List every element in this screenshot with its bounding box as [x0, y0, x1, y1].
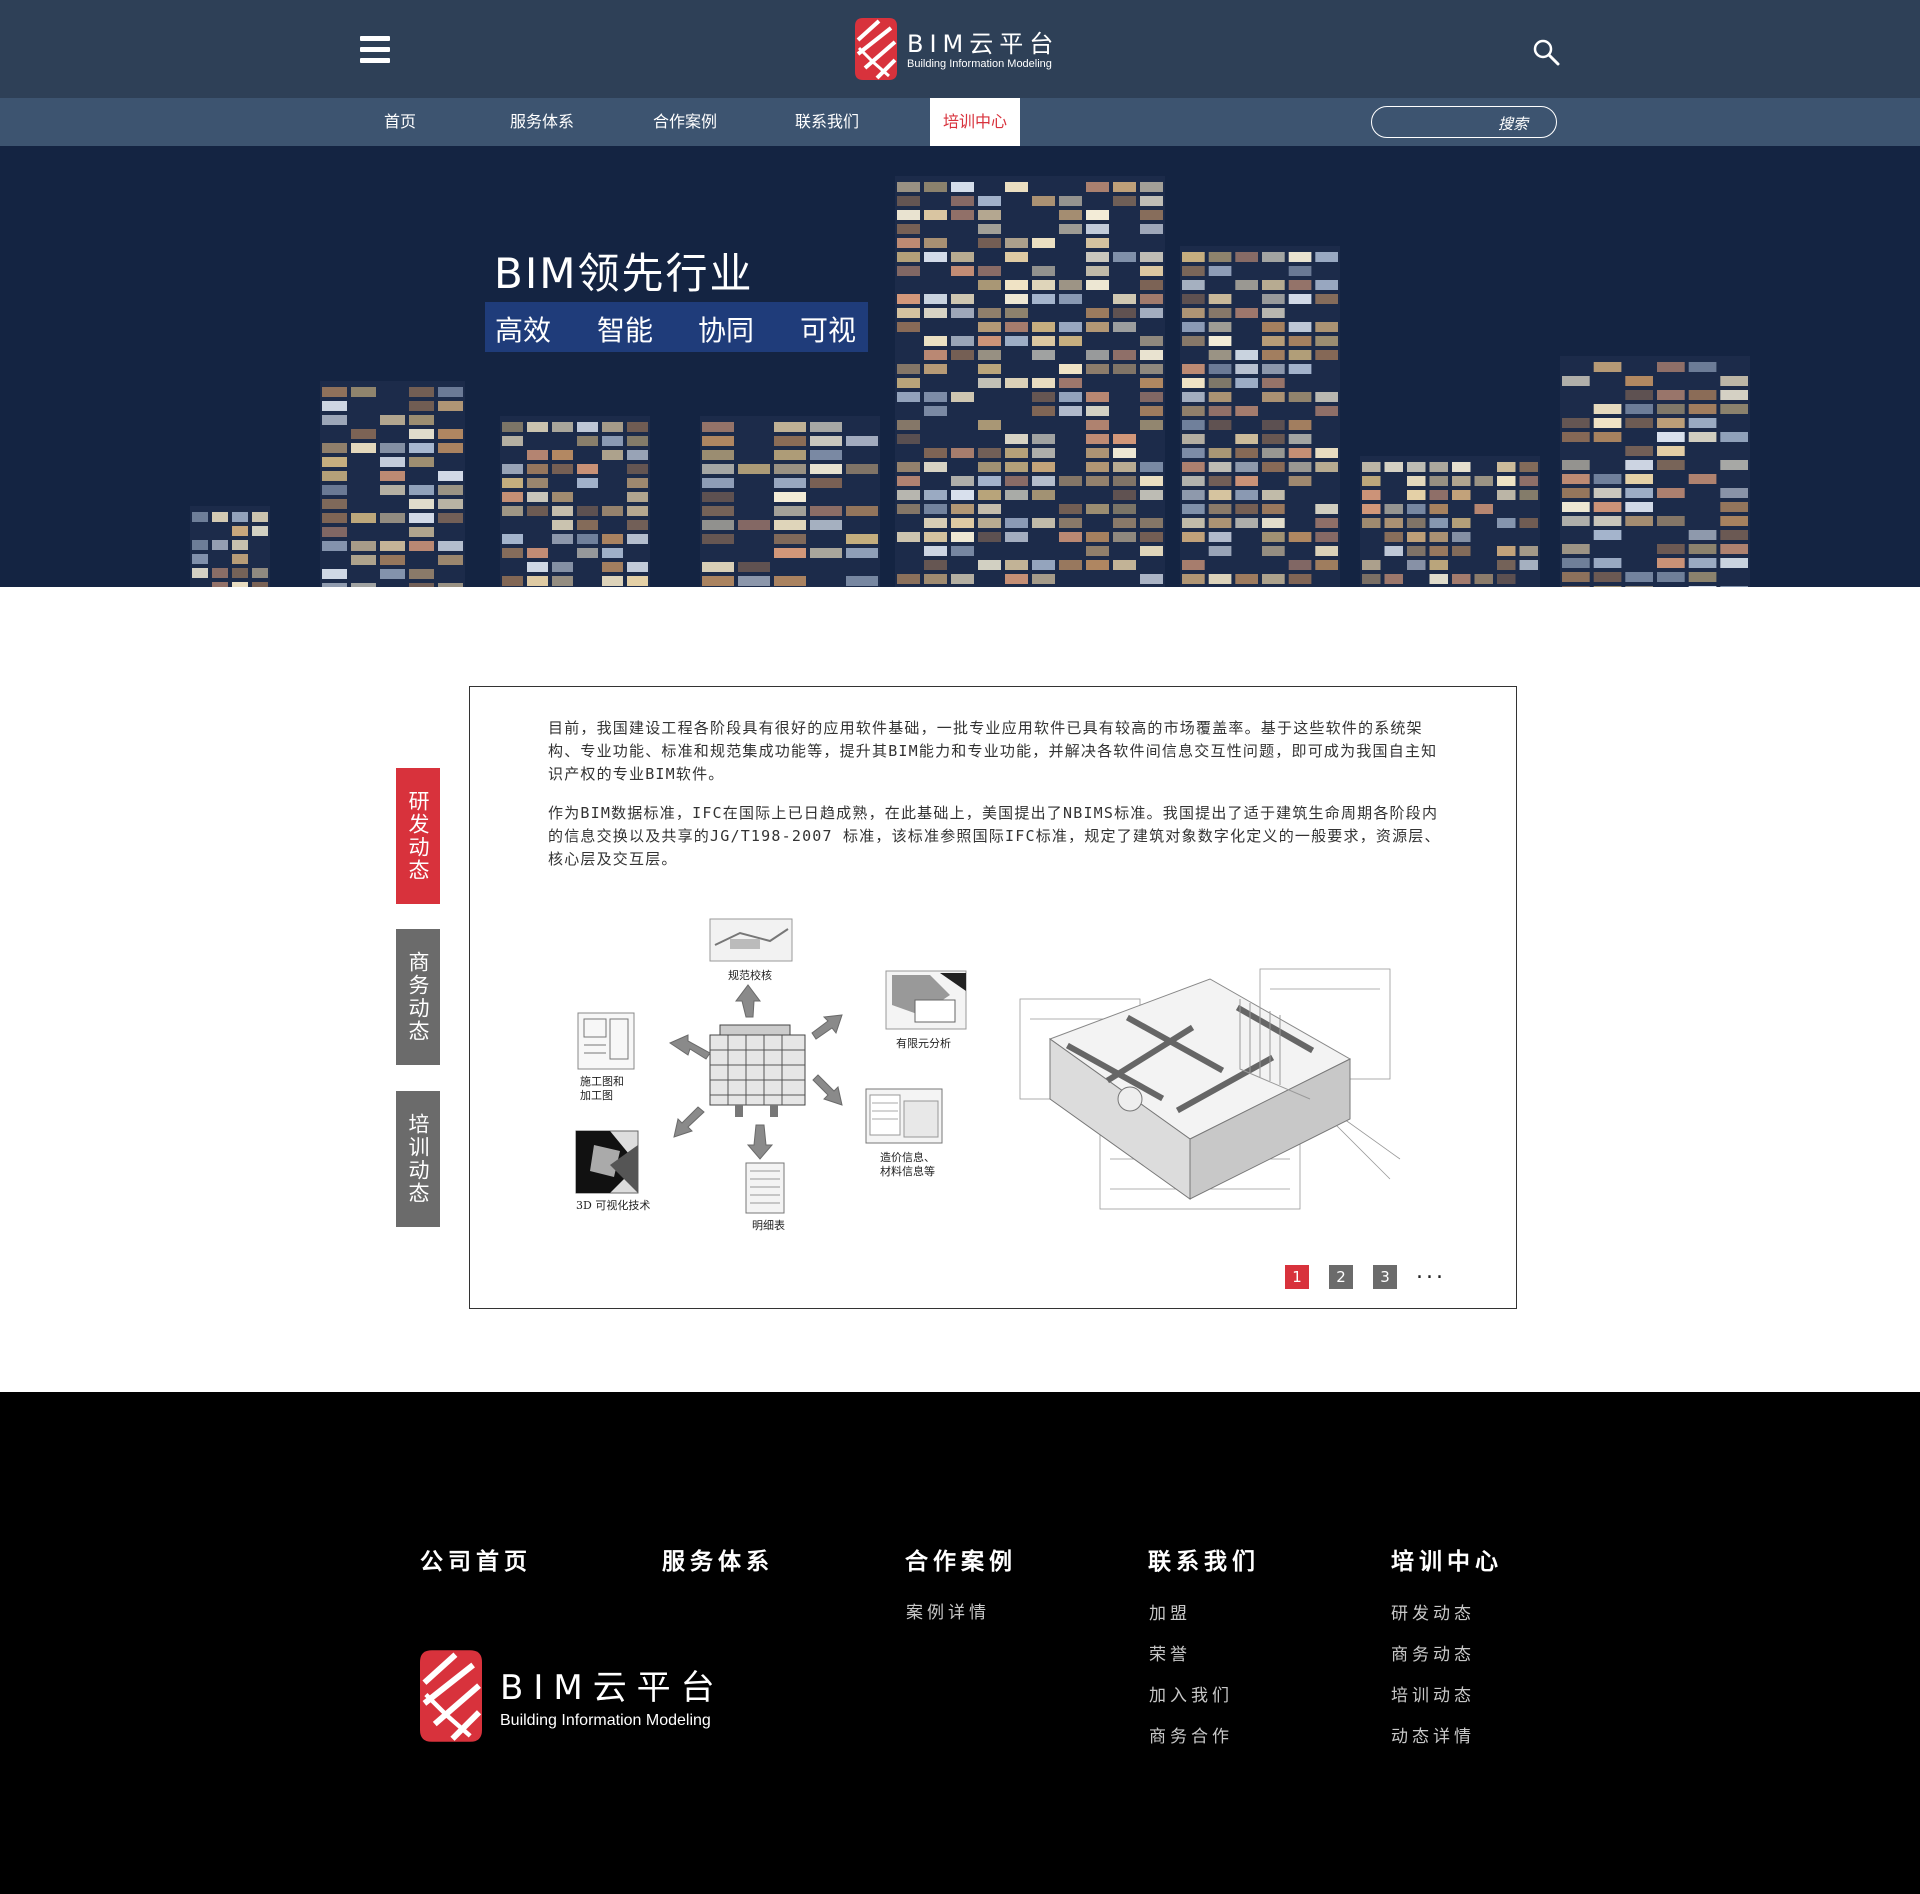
diagram-label-cost-1: 造价信息、	[880, 1151, 935, 1164]
logo-subtitle: Building Information Modeling	[907, 58, 1052, 70]
diagram-label-drawings-2: 加工图	[580, 1089, 613, 1102]
diagram-label-3d: 3D 可视化技术	[576, 1199, 651, 1212]
search-placeholder: 搜索	[1497, 115, 1528, 133]
footer-link-join-us[interactable]: 加入我们	[1149, 1681, 1233, 1706]
side-tab-rd-news[interactable]: 研发动态	[396, 768, 440, 904]
top-header: BIM云平台 Building Information Modeling	[0, 0, 1920, 98]
article-paragraph-1: 目前，我国建设工程各阶段具有很好的应用软件基础，一批专业应用软件已具有较高的市场…	[548, 719, 1438, 783]
diagram-label-schedule: 明细表	[752, 1219, 785, 1232]
building-frame-icon	[709, 1024, 806, 1117]
footer-logo[interactable]: BIM云平台 Building Information Modeling	[420, 1650, 740, 1742]
banner-tag: 智能	[597, 314, 654, 347]
article-paragraph-2: 作为BIM数据标准，IFC在国际上已日趋成熟，在此基础上，美国提出了NBIMS标…	[548, 804, 1441, 868]
code-check-thumbnail	[709, 918, 793, 962]
logo-title: BIM云平台	[907, 30, 1060, 58]
footer-heading-cases[interactable]: 合作案例	[905, 1542, 1017, 1576]
nav-item-training[interactable]: 培训中心	[930, 98, 1020, 146]
pagination-page-1[interactable]: 1	[1285, 1265, 1309, 1289]
header-logo[interactable]: BIM云平台 Building Information Modeling	[855, 18, 1065, 80]
cost-info-thumbnail	[865, 1088, 943, 1144]
diagram-label-fea: 有限元分析	[896, 1037, 951, 1050]
footer-heading-home[interactable]: 公司首页	[420, 1542, 532, 1576]
banner-tags: 高效 智能 协同 可视	[485, 302, 868, 352]
footer-link-join[interactable]: 加盟	[1149, 1599, 1191, 1624]
footer-heading-contact[interactable]: 联系我们	[1148, 1542, 1260, 1576]
article-panel: 目前，我国建设工程各阶段具有很好的应用软件基础，一批专业应用软件已具有较高的市场…	[469, 686, 1517, 1309]
diagram-label-drawings-1: 施工图和	[580, 1075, 624, 1088]
banner-title: BIM领先行业	[494, 249, 754, 298]
nav-item-cases[interactable]: 合作案例	[645, 98, 725, 146]
hamburger-menu-icon[interactable]	[360, 36, 390, 64]
banner-tag: 可视	[800, 314, 857, 347]
pagination-more[interactable]: ...	[1416, 1259, 1446, 1284]
diagram-label-code-check: 规范校核	[728, 969, 772, 982]
nav-item-home[interactable]: 首页	[370, 98, 430, 146]
bim-applications-diagram: 规范校核 有限元分析 施工图和 加工图 3D 可视化技术 明细表 造价信息、 材…	[570, 915, 970, 1245]
city-skyline-illustration	[190, 176, 1750, 587]
3d-floorplan-model-image	[1019, 968, 1401, 1210]
bim-logo-mark-icon	[420, 1650, 482, 1742]
magnifier-icon[interactable]	[1532, 38, 1560, 66]
nav-item-contact[interactable]: 联系我们	[787, 98, 867, 146]
footer-link-case-details[interactable]: 案例详情	[906, 1598, 990, 1623]
pagination-page-2[interactable]: 2	[1329, 1265, 1353, 1289]
bim-logo-mark-icon	[855, 18, 897, 80]
footer-link-rd-news[interactable]: 研发动态	[1391, 1599, 1475, 1624]
side-tab-training-news[interactable]: 培训动态	[396, 1091, 440, 1227]
banner-tag: 高效	[495, 314, 552, 347]
construction-drawing-thumbnail	[577, 1012, 635, 1070]
bim-diagram-graphic	[575, 918, 967, 1214]
footer-logo-subtitle: Building Information Modeling	[500, 1712, 711, 1729]
side-tab-business-news[interactable]: 商务动态	[396, 929, 440, 1065]
footer-link-honor[interactable]: 荣誉	[1149, 1640, 1191, 1665]
footer-link-business[interactable]: 商务合作	[1149, 1722, 1233, 1747]
hero-banner: BIM领先行业 高效 智能 协同 可视	[0, 146, 1920, 587]
banner-tag: 协同	[698, 314, 755, 347]
footer-heading-training[interactable]: 培训中心	[1391, 1542, 1503, 1576]
fea-thumbnail	[885, 970, 967, 1030]
footer-logo-title: BIM云平台	[500, 1668, 725, 1708]
diagram-label-cost-2: 材料信息等	[880, 1165, 935, 1178]
footer-link-news-details[interactable]: 动态详情	[1391, 1722, 1475, 1747]
nav-item-services[interactable]: 服务体系	[502, 98, 582, 146]
search-input[interactable]: 搜索	[1371, 106, 1557, 138]
main-nav: 首页 服务体系 合作案例 联系我们 培训中心	[0, 98, 1920, 146]
3d-visualization-thumbnail	[575, 1130, 639, 1194]
footer-heading-services[interactable]: 服务体系	[662, 1542, 774, 1576]
pagination-page-3[interactable]: 3	[1373, 1265, 1397, 1289]
site-footer: 公司首页 服务体系 合作案例 联系我们 培训中心 案例详情 加盟 荣誉 加入我们…	[0, 1392, 1920, 1894]
footer-link-business-news[interactable]: 商务动态	[1391, 1640, 1475, 1665]
footer-link-training-news[interactable]: 培训动态	[1391, 1681, 1475, 1706]
schedule-thumbnail	[745, 1162, 785, 1214]
